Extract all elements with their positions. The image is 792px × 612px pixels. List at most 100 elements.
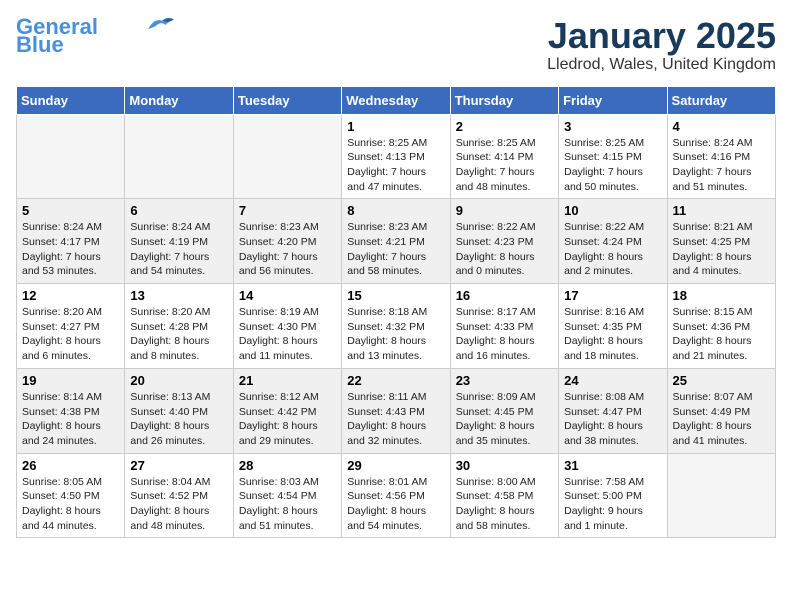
day-number: 9 <box>456 203 553 218</box>
day-number: 7 <box>239 203 336 218</box>
day-number: 21 <box>239 373 336 388</box>
day-header-tuesday: Tuesday <box>233 86 341 114</box>
day-number: 6 <box>130 203 227 218</box>
day-info: Sunrise: 8:24 AM Sunset: 4:19 PM Dayligh… <box>130 220 227 279</box>
day-info: Sunrise: 8:25 AM Sunset: 4:13 PM Dayligh… <box>347 136 444 195</box>
day-info: Sunrise: 8:09 AM Sunset: 4:45 PM Dayligh… <box>456 390 553 449</box>
day-number: 14 <box>239 288 336 303</box>
calendar-cell: 5 Sunrise: 8:24 AM Sunset: 4:17 PM Daylig… <box>17 199 125 284</box>
day-number: 18 <box>673 288 770 303</box>
calendar-cell: 23 Sunrise: 8:09 AM Sunset: 4:45 PM Dayli… <box>450 368 558 453</box>
page-header: General Blue January 2025 Lledrod, Wales… <box>16 16 776 74</box>
day-number: 16 <box>456 288 553 303</box>
day-number: 2 <box>456 119 553 134</box>
day-number: 12 <box>22 288 119 303</box>
day-number: 13 <box>130 288 227 303</box>
day-number: 26 <box>22 458 119 473</box>
calendar-cell: 10 Sunrise: 8:22 AM Sunset: 4:24 PM Dayli… <box>559 199 667 284</box>
day-info: Sunrise: 8:25 AM Sunset: 4:15 PM Dayligh… <box>564 136 661 195</box>
month-title: January 2025 <box>547 16 776 56</box>
day-header-sunday: Sunday <box>17 86 125 114</box>
day-number: 24 <box>564 373 661 388</box>
day-number: 30 <box>456 458 553 473</box>
calendar-cell: 3 Sunrise: 8:25 AM Sunset: 4:15 PM Daylig… <box>559 114 667 199</box>
calendar-cell <box>125 114 233 199</box>
day-info: Sunrise: 8:03 AM Sunset: 4:54 PM Dayligh… <box>239 475 336 534</box>
day-header-saturday: Saturday <box>667 86 775 114</box>
calendar-cell: 21Sunrise: 8:12 AM Sunset: 4:42 PM Dayli… <box>233 368 341 453</box>
calendar-week-3: 12 Sunrise: 8:20 AM Sunset: 4:27 PM Dayli… <box>17 284 776 369</box>
day-info: Sunrise: 8:04 AM Sunset: 4:52 PM Dayligh… <box>130 475 227 534</box>
day-number: 11 <box>673 203 770 218</box>
day-header-thursday: Thursday <box>450 86 558 114</box>
day-number: 1 <box>347 119 444 134</box>
calendar-cell: 28 Sunrise: 8:03 AM Sunset: 4:54 PM Dayli… <box>233 453 341 538</box>
day-info: Sunrise: 8:22 AM Sunset: 4:24 PM Dayligh… <box>564 220 661 279</box>
day-number: 29 <box>347 458 444 473</box>
day-info: Sunrise: 8:20 AM Sunset: 4:27 PM Dayligh… <box>22 305 119 364</box>
calendar-cell: 26 Sunrise: 8:05 AM Sunset: 4:50 PM Dayli… <box>17 453 125 538</box>
calendar-cell: 11 Sunrise: 8:21 AM Sunset: 4:25 PM Dayli… <box>667 199 775 284</box>
logo-blue: Blue <box>16 34 64 56</box>
day-number: 5 <box>22 203 119 218</box>
day-number: 10 <box>564 203 661 218</box>
calendar-cell <box>233 114 341 199</box>
day-number: 19 <box>22 373 119 388</box>
day-info: Sunrise: 8:23 AM Sunset: 4:20 PM Dayligh… <box>239 220 336 279</box>
day-header-friday: Friday <box>559 86 667 114</box>
day-info: Sunrise: 8:19 AM Sunset: 4:30 PM Dayligh… <box>239 305 336 364</box>
day-info: Sunrise: 8:08 AM Sunset: 4:47 PM Dayligh… <box>564 390 661 449</box>
calendar-cell: 6 Sunrise: 8:24 AM Sunset: 4:19 PM Daylig… <box>125 199 233 284</box>
day-info: Sunrise: 8:20 AM Sunset: 4:28 PM Dayligh… <box>130 305 227 364</box>
day-info: Sunrise: 8:00 AM Sunset: 4:58 PM Dayligh… <box>456 475 553 534</box>
calendar-cell: 14 Sunrise: 8:19 AM Sunset: 4:30 PM Dayli… <box>233 284 341 369</box>
day-number: 3 <box>564 119 661 134</box>
day-info: Sunrise: 8:13 AM Sunset: 4:40 PM Dayligh… <box>130 390 227 449</box>
logo-bird-icon <box>146 15 176 35</box>
calendar-week-1: 1 Sunrise: 8:25 AM Sunset: 4:13 PM Daylig… <box>17 114 776 199</box>
day-number: 4 <box>673 119 770 134</box>
calendar-week-2: 5 Sunrise: 8:24 AM Sunset: 4:17 PM Daylig… <box>17 199 776 284</box>
calendar-header-row: SundayMondayTuesdayWednesdayThursdayFrid… <box>17 86 776 114</box>
day-info: Sunrise: 8:17 AM Sunset: 4:33 PM Dayligh… <box>456 305 553 364</box>
calendar-cell: 17 Sunrise: 8:16 AM Sunset: 4:35 PM Dayli… <box>559 284 667 369</box>
location-subtitle: Lledrod, Wales, United Kingdom <box>547 56 776 74</box>
day-info: Sunrise: 8:16 AM Sunset: 4:35 PM Dayligh… <box>564 305 661 364</box>
calendar-cell: 22Sunrise: 8:11 AM Sunset: 4:43 PM Dayli… <box>342 368 450 453</box>
calendar-cell: 1 Sunrise: 8:25 AM Sunset: 4:13 PM Daylig… <box>342 114 450 199</box>
day-info: Sunrise: 8:11 AM Sunset: 4:43 PM Dayligh… <box>347 390 444 449</box>
day-number: 28 <box>239 458 336 473</box>
day-number: 17 <box>564 288 661 303</box>
calendar-cell: 15Sunrise: 8:18 AM Sunset: 4:32 PM Dayli… <box>342 284 450 369</box>
day-header-wednesday: Wednesday <box>342 86 450 114</box>
day-number: 27 <box>130 458 227 473</box>
calendar-cell: 13 Sunrise: 8:20 AM Sunset: 4:28 PM Dayli… <box>125 284 233 369</box>
day-info: Sunrise: 8:14 AM Sunset: 4:38 PM Dayligh… <box>22 390 119 449</box>
calendar-cell: 2 Sunrise: 8:25 AM Sunset: 4:14 PM Daylig… <box>450 114 558 199</box>
day-info: Sunrise: 8:25 AM Sunset: 4:14 PM Dayligh… <box>456 136 553 195</box>
calendar-cell: 27 Sunrise: 8:04 AM Sunset: 4:52 PM Dayli… <box>125 453 233 538</box>
title-area: January 2025 Lledrod, Wales, United King… <box>547 16 776 74</box>
day-number: 31 <box>564 458 661 473</box>
day-info: Sunrise: 7:58 AM Sunset: 5:00 PM Dayligh… <box>564 475 661 534</box>
day-number: 8 <box>347 203 444 218</box>
day-number: 25 <box>673 373 770 388</box>
day-info: Sunrise: 8:23 AM Sunset: 4:21 PM Dayligh… <box>347 220 444 279</box>
day-info: Sunrise: 8:07 AM Sunset: 4:49 PM Dayligh… <box>673 390 770 449</box>
calendar-cell: 12 Sunrise: 8:20 AM Sunset: 4:27 PM Dayli… <box>17 284 125 369</box>
day-number: 23 <box>456 373 553 388</box>
calendar-cell: 31 Sunrise: 7:58 AM Sunset: 5:00 PM Dayli… <box>559 453 667 538</box>
calendar-cell: 24 Sunrise: 8:08 AM Sunset: 4:47 PM Dayli… <box>559 368 667 453</box>
day-info: Sunrise: 8:21 AM Sunset: 4:25 PM Dayligh… <box>673 220 770 279</box>
calendar-table: SundayMondayTuesdayWednesdayThursdayFrid… <box>16 86 776 539</box>
calendar-week-4: 19 Sunrise: 8:14 AM Sunset: 4:38 PM Dayli… <box>17 368 776 453</box>
logo: General Blue <box>16 16 176 56</box>
day-info: Sunrise: 8:01 AM Sunset: 4:56 PM Dayligh… <box>347 475 444 534</box>
day-info: Sunrise: 8:24 AM Sunset: 4:17 PM Dayligh… <box>22 220 119 279</box>
day-info: Sunrise: 8:05 AM Sunset: 4:50 PM Dayligh… <box>22 475 119 534</box>
calendar-cell: 18Sunrise: 8:15 AM Sunset: 4:36 PM Dayli… <box>667 284 775 369</box>
calendar-cell: 30 Sunrise: 8:00 AM Sunset: 4:58 PM Dayli… <box>450 453 558 538</box>
calendar-week-5: 26 Sunrise: 8:05 AM Sunset: 4:50 PM Dayli… <box>17 453 776 538</box>
calendar-cell: 8 Sunrise: 8:23 AM Sunset: 4:21 PM Daylig… <box>342 199 450 284</box>
day-info: Sunrise: 8:22 AM Sunset: 4:23 PM Dayligh… <box>456 220 553 279</box>
